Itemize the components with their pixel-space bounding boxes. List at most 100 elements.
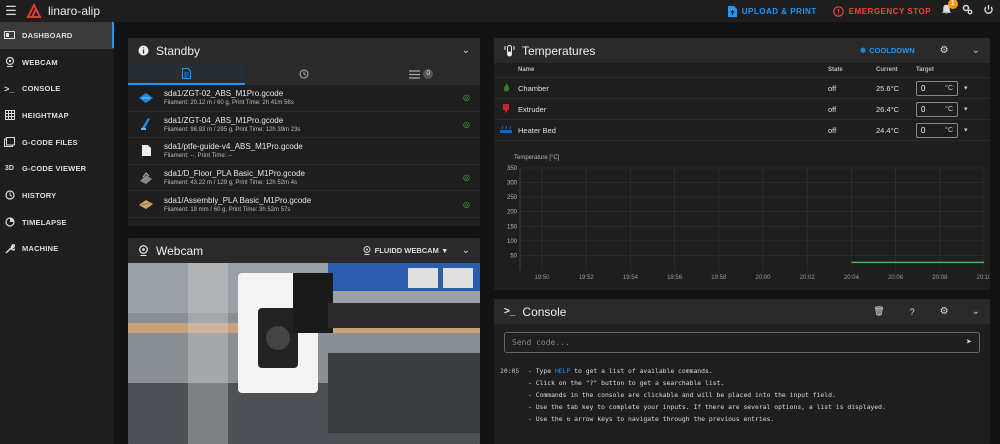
- nav-history[interactable]: HISTORY: [0, 182, 114, 209]
- list-item[interactable]: sda1/ZGT-04_ABS_M1Pro.gcode Filament: 98.…: [128, 112, 480, 139]
- settings-button[interactable]: [962, 4, 973, 18]
- menu-icon[interactable]: ☰: [0, 3, 22, 19]
- nav-label: MACHINE: [22, 244, 59, 254]
- console-title: Console: [522, 304, 567, 319]
- gear-icon[interactable]: ⚙: [940, 306, 949, 317]
- target-value: 0: [921, 125, 926, 135]
- nav-dashboard[interactable]: DASHBOARD: [0, 22, 114, 49]
- nav-console[interactable]: >_ CONSOLE: [0, 75, 114, 102]
- file-meta: Filament: 20.12 m / 60 g, Print Time: 2h…: [164, 100, 294, 107]
- standby-title: Standby: [156, 43, 201, 58]
- y-tick-label: 200: [507, 210, 518, 216]
- file-thumbnail: [138, 170, 154, 186]
- log-line[interactable]: - Commands in the console are clickable …: [500, 389, 984, 401]
- tab-files[interactable]: [128, 63, 246, 85]
- history-icon: [299, 69, 309, 79]
- col-state: State: [828, 67, 843, 73]
- x-tick-label: 20:08: [932, 275, 948, 281]
- temperature-chart[interactable]: Temperature [°C] 50 100 150 200 250 300 350 19:5…: [494, 150, 990, 290]
- x-tick-label: 19:52: [579, 275, 595, 281]
- webcam-feed: [128, 263, 480, 444]
- files-icon: [4, 137, 15, 148]
- app-bar: ☰ linaro-alip UPLOAD & PRINT EMERGENCY S…: [0, 0, 1000, 22]
- tab-queue[interactable]: 0: [363, 63, 480, 85]
- chevron-down-icon[interactable]: ⌄: [972, 306, 980, 317]
- heater-name[interactable]: Extruder: [518, 105, 828, 114]
- check-circle-icon: ◎: [463, 173, 470, 183]
- caret-down-icon[interactable]: ▾: [964, 84, 968, 92]
- heater-name[interactable]: Heater Bed: [518, 126, 828, 135]
- table-row: Extruder off 26.4°C 0 °C ▾: [494, 99, 990, 120]
- file-meta: Filament: --, Print Time: --: [164, 153, 233, 160]
- chevron-down-icon[interactable]: ⌄: [462, 45, 470, 56]
- temperatures-table: Name State Current Target Chamber off 25…: [494, 63, 990, 141]
- file-name: sda1/ZGT-02_ABS_M1Pro.gcode: [164, 89, 284, 99]
- tab-history[interactable]: [245, 63, 362, 85]
- nav-machine[interactable]: MACHINE: [0, 236, 114, 263]
- webcam-source-label: FLUIDD WEBCAM: [374, 246, 439, 255]
- power-button[interactable]: [983, 4, 994, 18]
- upload-print-button[interactable]: UPLOAD & PRINT: [727, 5, 817, 17]
- y-tick-label: 300: [507, 181, 518, 187]
- fluidd-logo[interactable]: [26, 3, 42, 19]
- caret-down-icon[interactable]: ▾: [964, 126, 968, 134]
- heater-current: 26.4°C: [876, 104, 900, 114]
- nav-gcode-files[interactable]: G-CODE FILES: [0, 129, 114, 156]
- fire-icon: [494, 83, 518, 93]
- caret-down-icon[interactable]: ▾: [964, 105, 968, 113]
- target-input[interactable]: 0 °C: [916, 101, 958, 117]
- heater-name[interactable]: Chamber: [518, 84, 828, 93]
- notifications-button[interactable]: 1: [941, 0, 958, 18]
- log-line[interactable]: 20:05- Type HELP to get a list of availa…: [500, 365, 984, 377]
- gear-icon[interactable]: ⚙: [940, 45, 949, 56]
- file-name: sda1/ZGT-04_ABS_M1Pro.gcode: [164, 115, 284, 125]
- file-name: sda1/Assembly_PLA Basic_M1Pro.gcode: [164, 195, 312, 205]
- target-input[interactable]: 0 °C: [916, 122, 958, 138]
- help-icon[interactable]: ?: [910, 307, 915, 317]
- power-icon: [984, 5, 993, 14]
- nav-heightmap[interactable]: HEIGHTMAP: [0, 102, 114, 129]
- target-unit: °C: [945, 105, 953, 113]
- nav-label: HISTORY: [22, 190, 57, 200]
- cooldown-button[interactable]: ❄ COOLDOWN: [860, 46, 915, 55]
- list-item[interactable]: sda1/ptfe-guide-v4_ABS_M1Pro.gcode Filame…: [128, 138, 480, 165]
- nav-sidebar: DASHBOARD WEBCAM >_ CONSOLE HEIGHTMAP G-…: [0, 22, 114, 444]
- file-thumbnail: [138, 196, 154, 212]
- nav-webcam[interactable]: WEBCAM: [0, 49, 114, 76]
- x-tick-label: 20:04: [844, 275, 860, 281]
- emergency-stop-button[interactable]: EMERGENCY STOP: [832, 5, 931, 17]
- table-row: Heater Bed off 24.4°C 0 °C ▾: [494, 120, 990, 141]
- file-list-icon: [182, 67, 192, 79]
- log-line[interactable]: - Use the ⇅ arrow keys to navigate throu…: [500, 413, 984, 425]
- trash-icon[interactable]: 🗑: [873, 306, 884, 317]
- grid-icon: [4, 110, 15, 121]
- list-item[interactable]: sda1/ZGT-02_ABS_M1Pro.gcode Filament: 20.…: [128, 85, 480, 112]
- temperatures-card: Temperatures ❄ COOLDOWN ⚙ ⌄ Name State C…: [494, 38, 990, 290]
- log-line[interactable]: - Use the tab key to complete your input…: [500, 401, 984, 413]
- nav-timelapse[interactable]: TIMELAPSE: [0, 209, 114, 236]
- heater-state: off: [828, 83, 837, 93]
- chevron-down-icon[interactable]: ⌄: [972, 45, 980, 56]
- target-input[interactable]: 0 °C: [916, 80, 958, 96]
- log-line[interactable]: - Click on the "?" button to get a searc…: [500, 377, 984, 389]
- console-placeholder: Send code...: [512, 338, 570, 347]
- y-tick-label: 350: [507, 166, 518, 172]
- 3d-icon: 3D: [4, 165, 15, 173]
- col-name: Name: [518, 67, 535, 73]
- queue-icon: [409, 69, 421, 79]
- file-list: sda1/ZGT-02_ABS_M1Pro.gcode Filament: 20.…: [128, 85, 480, 218]
- nav-label: WEBCAM: [22, 57, 58, 67]
- list-item[interactable]: sda1/D_Floor_PLA Basic_M1Pro.gcode Filame…: [128, 165, 480, 192]
- webcam-source-select[interactable]: FLUIDD WEBCAM ▾: [363, 246, 447, 255]
- console-input[interactable]: Send code... ➤: [504, 332, 980, 353]
- history-icon: [4, 190, 15, 201]
- console-log: 20:05- Type HELP to get a list of availa…: [494, 365, 990, 425]
- timelapse-icon: [4, 217, 15, 228]
- chevron-down-icon[interactable]: ⌄: [462, 245, 470, 256]
- file-thumbnail: [138, 90, 154, 106]
- file-icon: [138, 143, 154, 159]
- send-icon[interactable]: ➤: [966, 337, 972, 348]
- nav-gcode-viewer[interactable]: 3D G-CODE VIEWER: [0, 155, 114, 182]
- list-item[interactable]: sda1/Assembly_PLA Basic_M1Pro.gcode Filam…: [128, 191, 480, 218]
- upload-print-label: UPLOAD & PRINT: [741, 6, 817, 16]
